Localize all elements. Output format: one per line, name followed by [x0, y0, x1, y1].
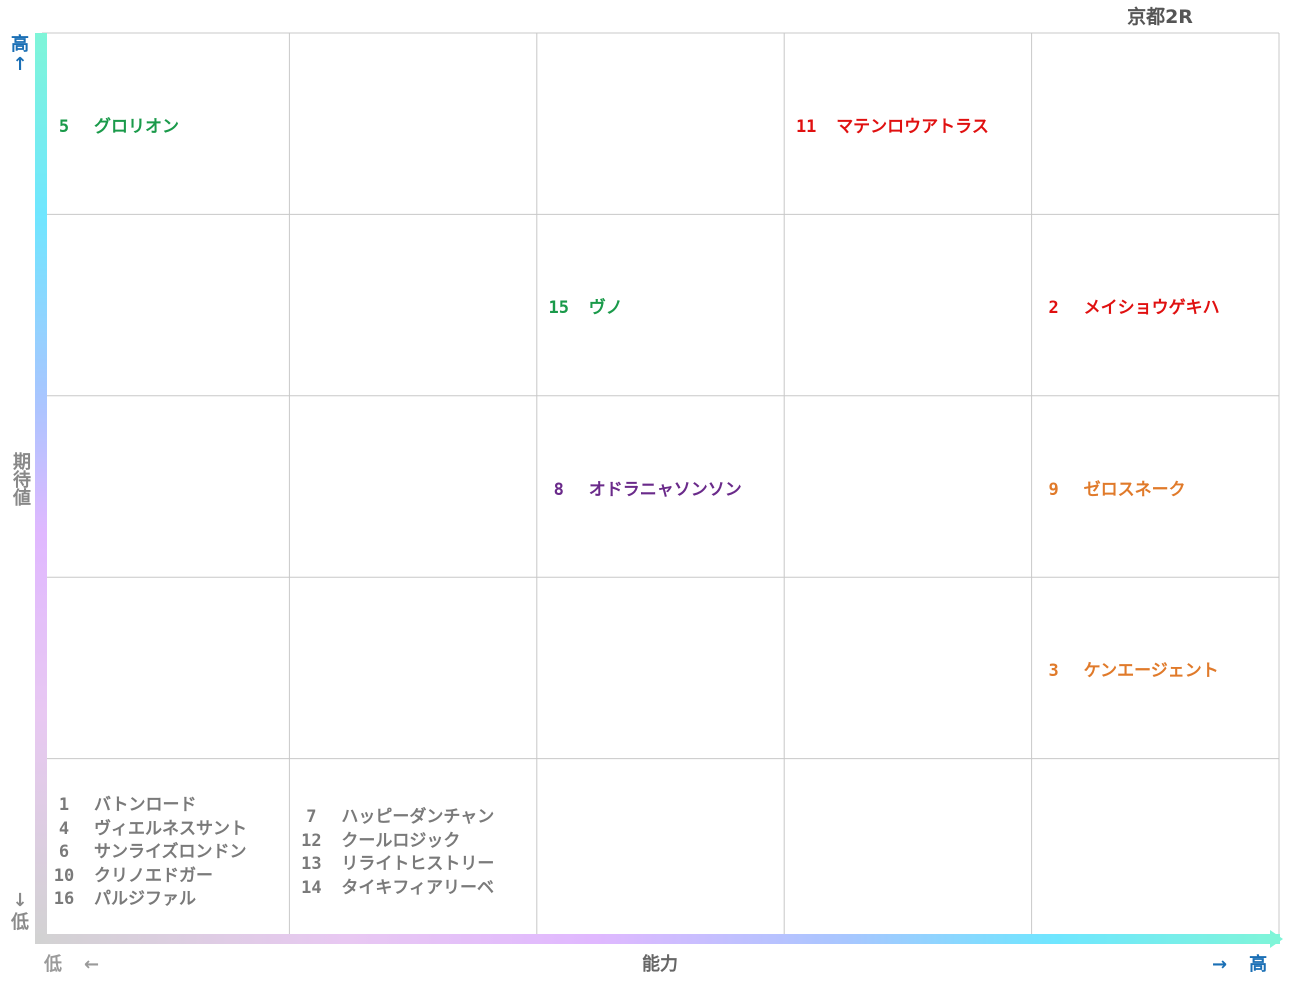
horse-name: ゼロスネーク: [1083, 479, 1186, 500]
horse-name: メイショウゲキハ: [1083, 298, 1220, 319]
x-axis-high-label: 高: [1249, 954, 1268, 975]
horse-entry: 3 ケンエージェント: [1038, 656, 1277, 681]
horse-number: 4: [58, 818, 70, 839]
horse-entry: 10 クリノエドガー: [48, 861, 287, 886]
horse-number: 14: [301, 877, 322, 898]
horse-name: グロリオン: [94, 116, 179, 137]
x-axis-high: → 高: [1212, 950, 1267, 976]
x-axis-low: 低 ←: [44, 950, 99, 976]
horse-name: サンライズロンドン: [94, 842, 247, 863]
horse-label: 16 パルジファル: [48, 884, 287, 909]
horse-number: 9: [1048, 479, 1059, 500]
y-axis-up-arrow: ↑: [12, 54, 28, 75]
horse-label: 10 クリノエドガー: [48, 861, 287, 886]
horse-number: 3: [1048, 660, 1059, 681]
chart-title: 京都2R: [1127, 6, 1193, 28]
horse-name: マテンロウアトラス: [836, 116, 989, 137]
horse-name: クールロジック: [341, 830, 461, 851]
horse-number: 10: [53, 865, 75, 886]
horse-label: 1 バトンロード: [48, 790, 287, 815]
y-axis-high: 高 ↑: [8, 35, 32, 75]
horse-label: 13 リライトヒストリー: [295, 849, 534, 874]
horse-number: 8: [553, 479, 564, 500]
horse-label: 8 オドラニャソンソン: [543, 475, 782, 500]
horse-label: 9 ゼロスネーク: [1038, 475, 1277, 500]
horse-label: 14 タイキフィアリーベ: [295, 873, 534, 898]
horse-entry: 12 クールロジック: [295, 826, 534, 851]
x-axis-label: 能力: [642, 954, 678, 975]
x-axis-low-label: 低: [44, 954, 62, 975]
horse-name: クリノエドガー: [94, 865, 213, 886]
horse-label: 6 サンライズロンドン: [48, 837, 287, 862]
horse-entry: 7 ハッピーダンチャン: [295, 802, 534, 827]
horse-number: 16: [53, 889, 75, 910]
horse-name: ハッピーダンチャン: [341, 807, 495, 828]
chart-stage: 5 グロリオン 11 マテンロウアトラス 15 ヴノ 2 メイショウゲキハ 8 オドラニャソンソン…: [0, 0, 1291, 983]
horse-number: 1: [58, 795, 70, 816]
horse-name: ヴノ: [588, 298, 623, 319]
horse-name: オドラニャソンソン: [588, 479, 742, 500]
horse-number: 13: [301, 854, 322, 875]
horse-entry: 11 マテンロウアトラス: [790, 112, 1029, 137]
y-axis-low-label: 低: [11, 912, 29, 933]
horse-number: 15: [548, 298, 570, 319]
chart-svg: 5 グロリオン 11 マテンロウアトラス 15 ヴノ 2 メイショウゲキハ 8 オドラニャソンソン…: [35, 32, 1283, 948]
horse-label: 3 ケンエージェント: [1038, 656, 1277, 681]
horse-label: 12 クールロジック: [295, 826, 534, 851]
horse-name: ケンエージェント: [1083, 660, 1219, 681]
horse-entry: 2 メイショウゲキハ: [1038, 293, 1277, 318]
x-axis-left-arrow: ←: [84, 954, 100, 975]
horse-labels: 5 グロリオン 11 マテンロウアトラス 15 ヴノ 2 メイショウゲキハ 8 オドラニャソンソン…: [48, 112, 1277, 910]
x-axis-bar: [35, 934, 1280, 944]
horse-entry: 4 ヴィエルネスサント: [48, 814, 287, 839]
horse-entry: 8 オドラニャソンソン: [543, 475, 782, 500]
horse-label: 4 ヴィエルネスサント: [48, 814, 287, 839]
x-axis-arrowhead: [1270, 930, 1283, 948]
horse-number: 12: [301, 830, 322, 851]
horse-label: 7 ハッピーダンチャン: [295, 802, 534, 827]
y-axis-low: ↓ 低: [8, 890, 32, 934]
horse-entry: 14 タイキフィアリーベ: [295, 873, 534, 898]
horse-name: リライトヒストリー: [341, 854, 495, 875]
y-axis-bar: [35, 33, 47, 943]
horse-entry: 13 リライトヒストリー: [295, 849, 534, 874]
horse-number: 6: [58, 842, 70, 863]
horse-name: パルジファル: [94, 889, 196, 910]
horse-label: 11 マテンロウアトラス: [790, 112, 1029, 137]
horse-name: バトンロード: [94, 795, 197, 816]
horse-entry: 15 ヴノ: [543, 293, 782, 318]
x-axis-right-arrow: →: [1212, 954, 1228, 975]
horse-entry: 9 ゼロスネーク: [1038, 475, 1277, 500]
horse-entry: 5 グロリオン: [48, 112, 287, 137]
horse-label: 2 メイショウゲキハ: [1038, 293, 1277, 318]
horse-entry: 1 バトンロード: [48, 790, 287, 815]
horse-entry: 6 サンライズロンドン: [48, 837, 287, 862]
horse-entry: 16 パルジファル: [48, 884, 287, 909]
horse-name: タイキフィアリーベ: [341, 877, 495, 898]
y-axis-down-arrow: ↓: [12, 890, 28, 911]
horse-label: 15 ヴノ: [543, 293, 782, 318]
horse-label: 5 グロリオン: [48, 112, 287, 137]
y-axis-label: 期待値: [10, 452, 31, 506]
y-axis-high-label: 高: [11, 34, 29, 55]
horse-name: ヴィエルネスサント: [94, 818, 247, 839]
horse-number: 7: [306, 807, 317, 828]
horse-number: 2: [1048, 298, 1059, 319]
horse-number: 11: [795, 116, 817, 137]
horse-number: 5: [58, 116, 70, 137]
